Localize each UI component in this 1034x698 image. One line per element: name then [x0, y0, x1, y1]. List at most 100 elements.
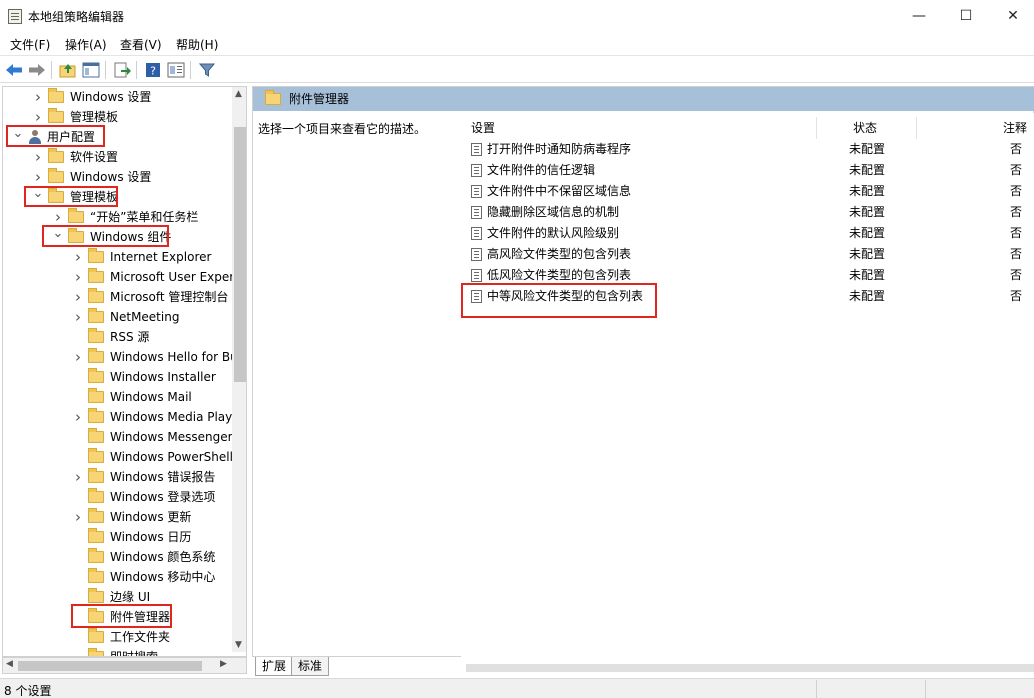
collapsed-chevron-icon[interactable]: › [31, 147, 45, 167]
tree-item[interactable]: 即时搜索 [71, 647, 158, 656]
setting-row[interactable]: 打开附件时通知防病毒程序 未配置 否 [461, 139, 1034, 160]
folder-icon [88, 628, 104, 643]
tree-item[interactable]: Windows Messenger [71, 427, 233, 447]
menu-bar: 文件(F) 操作(A) 查看(V) 帮助(H) [0, 33, 1034, 55]
folder-icon [48, 188, 64, 203]
menu-help[interactable]: 帮助(H) [176, 36, 218, 53]
tree-item[interactable]: Windows 日历 [71, 527, 191, 547]
forward-arrow-icon[interactable] [27, 60, 47, 80]
folder-icon [88, 528, 104, 543]
tree-item[interactable]: › Windows Media Playe [71, 407, 240, 427]
tab-extended[interactable]: 扩展 [255, 657, 294, 676]
settings-list: 设置 状态 注释 打开附件时通知防病毒程序 未配置否文件附件的信任逻辑 未配置否文件… [461, 113, 1034, 658]
tree-item[interactable]: › Microsoft User Experi [71, 267, 238, 287]
setting-row[interactable]: 文件附件的默认风险级别 未配置 否 [461, 223, 1034, 244]
collapsed-chevron-icon[interactable]: › [71, 267, 85, 287]
minimize-button[interactable]: — [896, 0, 942, 32]
setting-comment: 否 [1010, 205, 1023, 219]
column-divider[interactable] [916, 117, 917, 139]
collapsed-chevron-icon[interactable]: › [31, 107, 45, 127]
tree-item-label: 管理模板 [70, 190, 119, 204]
tree-item[interactable]: › Windows 更新 [71, 507, 191, 527]
tree-item[interactable]: Windows Mail [71, 387, 192, 407]
setting-state: 未配置 [849, 184, 886, 198]
column-divider[interactable] [816, 117, 817, 139]
tree-item[interactable]: RSS 源 [71, 327, 149, 347]
setting-row[interactable]: 中等风险文件类型的包含列表 未配置 否 [461, 286, 1034, 307]
scroll-left-icon[interactable]: ◀ [6, 659, 13, 669]
collapsed-chevron-icon[interactable]: › [71, 407, 85, 427]
help-icon[interactable]: ? [143, 60, 163, 80]
tree-item[interactable]: › Windows 设置 [31, 167, 151, 187]
scroll-thumb[interactable] [18, 661, 202, 671]
tree-item[interactable]: › Internet Explorer [71, 247, 211, 267]
setting-row[interactable]: 文件附件中不保留区域信息 未配置 否 [461, 181, 1034, 202]
tree-item[interactable]: › “开始”菜单和任务栏 [51, 207, 198, 227]
collapsed-chevron-icon[interactable]: › [71, 307, 85, 327]
tree-item-label: Windows 错误报告 [110, 470, 216, 484]
folder-icon [88, 288, 104, 303]
scroll-thumb[interactable] [234, 127, 246, 382]
menu-file[interactable]: 文件(F) [10, 36, 50, 53]
tree-item[interactable]: 边缘 UI [71, 587, 150, 607]
tree-item[interactable]: Windows Installer [71, 367, 216, 387]
collapsed-chevron-icon[interactable]: › [31, 87, 45, 107]
filter-icon[interactable] [197, 60, 217, 80]
scroll-down-icon[interactable]: ▼ [235, 640, 242, 650]
tree-item[interactable]: › 管理模板 [31, 107, 118, 127]
console-tree[interactable]: › Windows 设置 › 管理模板 ⌄ 用户配置 › 软件设置 › Windows 设置 ⌄ 管理… [2, 86, 247, 657]
tree-item[interactable]: 工作文件夹 [71, 627, 170, 647]
folder-icon [88, 448, 104, 463]
setting-row[interactable]: 隐藏删除区域信息的机制 未配置 否 [461, 202, 1034, 223]
maximize-button[interactable]: ☐ [943, 0, 989, 32]
tree-item[interactable]: › Windows 错误报告 [71, 467, 215, 487]
folder-icon [88, 308, 104, 323]
collapsed-chevron-icon[interactable]: › [71, 467, 85, 487]
column-header-state[interactable]: 状态 [853, 119, 877, 136]
tree-item[interactable]: › NetMeeting [71, 307, 179, 327]
tree-item[interactable]: › Microsoft 管理控制台 [71, 287, 228, 307]
setting-row[interactable]: 高风险文件类型的包含列表 未配置 否 [461, 244, 1034, 265]
tree-item[interactable]: Windows 登录选项 [71, 487, 215, 507]
menu-view[interactable]: 查看(V) [120, 36, 162, 53]
tree-vertical-scrollbar[interactable]: ▲ ▼ [232, 87, 246, 652]
expanded-chevron-icon[interactable]: ⌄ [51, 224, 65, 244]
tree-item[interactable]: ⌄ 管理模板 [31, 184, 119, 207]
setting-name: 中等风险文件类型的包含列表 [487, 289, 644, 303]
column-header-setting[interactable]: 设置 [471, 119, 495, 136]
tree-item[interactable]: Windows 颜色系统 [71, 547, 215, 567]
tree-item[interactable]: Windows PowerShell [71, 447, 233, 467]
tree-item[interactable]: ⌄ Windows 组件 [51, 224, 172, 247]
tree-item[interactable]: › Windows 设置 [31, 87, 151, 107]
tree-item[interactable]: ⌄ 用户配置 [11, 124, 96, 147]
tree-item[interactable]: 附件管理器 [71, 607, 170, 627]
setting-row[interactable]: 文件附件的信任逻辑 未配置 否 [461, 160, 1034, 181]
tree-item[interactable]: Windows 移动中心 [71, 567, 215, 587]
folder-icon [88, 508, 104, 523]
scroll-right-icon[interactable]: ▶ [220, 659, 227, 669]
setting-row[interactable]: 低风险文件类型的包含列表 未配置 否 [461, 265, 1034, 286]
column-header-comment[interactable]: 注释 [1003, 119, 1027, 136]
properties-icon[interactable] [166, 60, 186, 80]
tree-item-label: 用户配置 [47, 130, 96, 144]
show-hide-tree-icon[interactable] [81, 60, 101, 80]
menu-action[interactable]: 操作(A) [65, 36, 107, 53]
back-arrow-icon[interactable] [4, 60, 24, 80]
scroll-up-icon[interactable]: ▲ [235, 89, 242, 99]
collapsed-chevron-icon[interactable]: › [71, 347, 85, 367]
folder-icon [68, 208, 84, 223]
collapsed-chevron-icon[interactable]: › [71, 287, 85, 307]
setting-comment: 否 [1010, 184, 1023, 198]
collapsed-chevron-icon[interactable]: › [71, 507, 85, 527]
export-list-icon[interactable] [112, 60, 132, 80]
up-folder-icon[interactable] [58, 60, 78, 80]
expanded-chevron-icon[interactable]: ⌄ [31, 184, 45, 204]
expanded-chevron-icon[interactable]: ⌄ [11, 124, 25, 144]
tab-standard[interactable]: 标准 [291, 657, 330, 676]
close-button[interactable]: ✕ [990, 0, 1034, 32]
tree-item[interactable]: › 软件设置 [31, 147, 118, 167]
tree-item-label: Windows Messenger [110, 430, 233, 444]
collapsed-chevron-icon[interactable]: › [71, 247, 85, 267]
tree-item[interactable]: › Windows Hello for Bu [71, 347, 238, 367]
tree-horizontal-scrollbar[interactable]: ◀ ▶ [2, 657, 247, 674]
